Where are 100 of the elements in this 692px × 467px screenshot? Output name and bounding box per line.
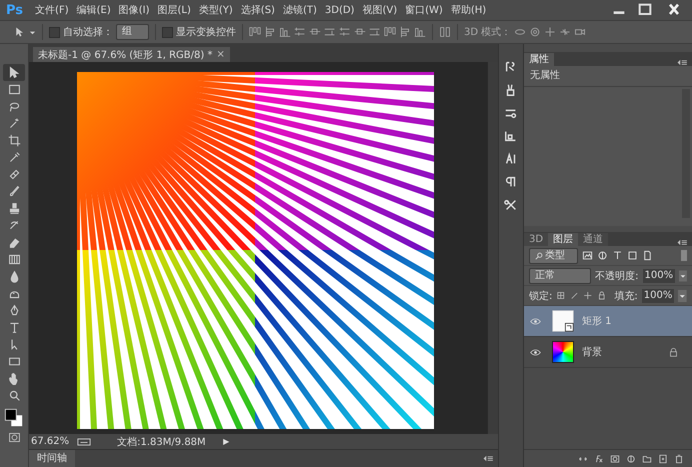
- eraser-icon: [8, 236, 20, 249]
- show-transform-label: 显示变换控件: [176, 26, 236, 39]
- properties-message: 无属性: [524, 66, 692, 87]
- 3d-tool-icon[interactable]: [544, 26, 556, 38]
- layer-action-icon[interactable]: [610, 454, 620, 464]
- status-menu-arrow[interactable]: ▶: [223, 437, 230, 446]
- 3d-tool-icon[interactable]: [529, 26, 542, 38]
- shape-icon: [8, 355, 20, 368]
- align-icon[interactable]: [324, 26, 336, 38]
- fill-label: 填充:: [614, 290, 638, 302]
- align-icon[interactable]: [279, 26, 291, 38]
- opacity-field[interactable]: 100%: [642, 268, 676, 282]
- search-icon: [535, 252, 543, 260]
- menu-item[interactable]: 图像(I): [116, 3, 152, 17]
- move-tool-button[interactable]: [3, 64, 25, 81]
- move-icon: [8, 66, 20, 79]
- layer-action-icon[interactable]: [594, 454, 604, 464]
- color-swatches-icon[interactable]: [4, 408, 24, 428]
- align-icon[interactable]: [249, 26, 261, 38]
- menu-item[interactable]: 滤镜(T): [280, 3, 319, 17]
- layer-action-icon[interactable]: [642, 454, 652, 464]
- align-icon[interactable]: [339, 26, 351, 38]
- menu-item[interactable]: 窗口(W): [403, 3, 445, 17]
- layer-thumbnail: [552, 341, 574, 363]
- menu-item[interactable]: 视图(V): [360, 3, 400, 17]
- panel-menu-icon[interactable]: [677, 59, 688, 66]
- filter-icon[interactable]: [642, 250, 653, 261]
- tab-close-button[interactable]: ×: [216, 49, 225, 60]
- opacity-label: 不透明度:: [595, 270, 638, 282]
- auto-select-label: 自动选择：: [63, 26, 113, 39]
- layer-action-icon[interactable]: [626, 454, 636, 464]
- align-icon[interactable]: [384, 26, 396, 38]
- align-icon[interactable]: [414, 26, 426, 38]
- panel-tab[interactable]: 图层: [548, 233, 578, 246]
- zoom-icon: [8, 389, 20, 402]
- panel-tab[interactable]: 通道: [578, 233, 608, 246]
- align-icon[interactable]: [399, 26, 411, 38]
- 3d-tool-icon[interactable]: [574, 26, 586, 38]
- crop-icon: [8, 134, 20, 147]
- marquee-icon: [8, 83, 20, 96]
- properties-tab[interactable]: 属性: [524, 53, 554, 66]
- move-icon[interactable]: [14, 26, 26, 38]
- document-tab[interactable]: 未标题-1 @ 67.6% (矩形 1, RGB/8) * ×: [33, 47, 230, 62]
- app-logo: Ps: [6, 2, 24, 18]
- scrollbar[interactable]: [487, 62, 498, 434]
- distribute-icon[interactable]: [439, 26, 451, 38]
- filter-icon[interactable]: [612, 250, 623, 261]
- lock-option-icon[interactable]: [596, 290, 606, 301]
- panel-menu-icon[interactable]: [677, 239, 688, 246]
- lock-option-icon[interactable]: [583, 290, 593, 301]
- dropdown-button[interactable]: [678, 288, 687, 302]
- eyedropper-icon: [8, 151, 20, 164]
- eye-icon[interactable]: [530, 348, 541, 356]
- align-icon[interactable]: [294, 26, 306, 38]
- panel-tab[interactable]: 3D: [524, 233, 548, 246]
- align-icon[interactable]: [264, 26, 276, 38]
- layer-name: 矩形 1: [582, 315, 613, 328]
- stamp-icon: [8, 202, 20, 215]
- show-transform-checkbox[interactable]: [162, 26, 173, 38]
- menu-item[interactable]: 3D(D): [322, 4, 356, 16]
- menu-item[interactable]: 文件(F): [33, 3, 71, 17]
- 3d-mode-label: 3D 模式：: [464, 26, 512, 39]
- filter-icon[interactable]: [582, 250, 593, 261]
- layer-row[interactable]: 背景: [524, 337, 692, 368]
- panel-icon[interactable]: [504, 152, 518, 166]
- blend-mode-dropdown[interactable]: 正常: [529, 268, 592, 284]
- dropdown-button[interactable]: [679, 268, 687, 282]
- lock-option-icon[interactable]: [570, 290, 580, 301]
- eye-icon[interactable]: [530, 318, 541, 324]
- lock-option-icon[interactable]: [556, 290, 566, 301]
- layer-action-icon[interactable]: [674, 454, 684, 464]
- blur-icon: [8, 270, 20, 283]
- panel-icon[interactable]: [504, 198, 518, 212]
- menu-item[interactable]: 帮助(H): [448, 3, 488, 17]
- filter-icon[interactable]: [597, 250, 608, 261]
- menu-item[interactable]: 类型(Y): [196, 3, 235, 17]
- panel-icon[interactable]: [504, 175, 518, 189]
- target-dropdown[interactable]: 组: [116, 24, 149, 40]
- filter-dropdown[interactable]: 类型: [529, 248, 578, 264]
- timeline-tab[interactable]: 时间轴: [29, 450, 75, 467]
- caret-icon[interactable]: [29, 28, 36, 36]
- wand-icon: [8, 117, 20, 130]
- menu-item[interactable]: 选择(S): [238, 3, 277, 17]
- quick-mask-icon[interactable]: [8, 431, 20, 444]
- 3d-tool-icon[interactable]: [559, 26, 572, 38]
- document-size: 文档:1.83M/9.88M: [117, 436, 207, 448]
- layer-action-icon[interactable]: [658, 454, 668, 464]
- panel-menu-icon[interactable]: [483, 455, 494, 462]
- panel-icon[interactable]: [504, 129, 518, 143]
- filter-toggle[interactable]: [681, 250, 687, 261]
- gradient-icon: [8, 253, 20, 266]
- menu-item[interactable]: 编辑(E): [74, 3, 113, 17]
- menu-item[interactable]: 图层(L): [156, 3, 193, 17]
- fill-field[interactable]: 100%: [642, 288, 674, 302]
- hand-icon: [8, 372, 20, 385]
- filter-icon[interactable]: [627, 250, 638, 261]
- auto-select-checkbox[interactable]: [49, 26, 60, 38]
- align-icon[interactable]: [369, 26, 381, 38]
- type-icon: [8, 321, 20, 334]
- layer-thumbnail: [552, 310, 574, 332]
